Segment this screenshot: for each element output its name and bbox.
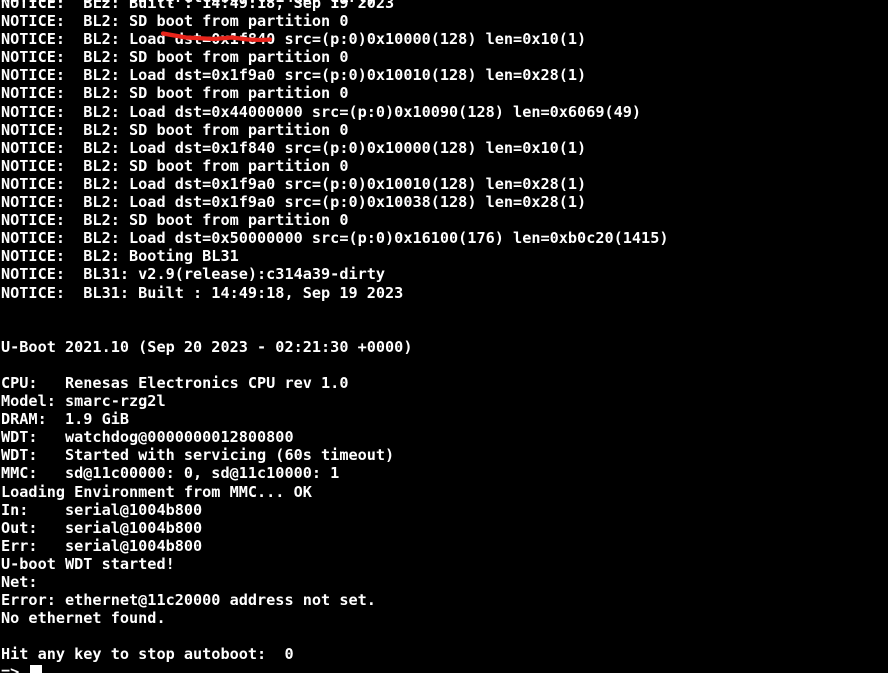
- log-line: NOTICE: BL31: Built : 14:49:18, Sep 19 2…: [1, 283, 404, 302]
- uboot-version-line: U-Boot 2021.10 (Sep 20 2023 - 02:21:30 +…: [1, 337, 413, 356]
- stderr-line: Err: serial@1004b800: [1, 536, 203, 555]
- log-line: NOTICE: BL2: SD boot from partition 0: [1, 48, 349, 67]
- uboot-wdt-line: U-boot WDT started!: [1, 554, 175, 573]
- log-line: NOTICE: BL2: SD boot from partition 0: [1, 211, 349, 230]
- model-info-line: Model: smarc-rzg2l: [1, 392, 166, 411]
- log-line: NOTICE: BL2: Load dst=0x1f9a0 src=(p:0)0…: [1, 193, 587, 212]
- net-label-line: Net:: [1, 573, 38, 591]
- log-line: NOTICE: BL2: SD boot from partition 0: [1, 84, 349, 103]
- log-line: NOTICE: BL2: Built : 14:49:18, Sep 19 20…: [1, 0, 395, 12]
- serial-console-terminal[interactable]: NOTICE: BL2: v2.9(release):c314a39-dirty…: [0, 0, 888, 673]
- log-line: NOTICE: BL2: Load dst=0x1f9a0 src=(p:0)0…: [1, 174, 587, 193]
- log-line: NOTICE: BL2: Booting BL31: [1, 247, 239, 266]
- log-line: NOTICE: BL2: Load dst=0x44000000 src=(p:…: [1, 102, 642, 121]
- log-line: NOTICE: BL2: Load dst=0x1f840 src=(p:0)0…: [1, 30, 587, 49]
- autoboot-prompt-line: Hit any key to stop autoboot: 0: [1, 645, 294, 664]
- stdin-line: In: serial@1004b800: [1, 500, 203, 519]
- ethernet-error-line: Error: ethernet@11c20000 address not set…: [1, 591, 376, 610]
- log-line: NOTICE: BL31: v2.9(release):c314a39-dirt…: [1, 265, 386, 284]
- wdt-info-line: WDT: watchdog@0000000012800800: [1, 428, 294, 447]
- console-output: NOTICE: BL2: Built : 14:49:18, Sep 19 20…: [0, 0, 888, 673]
- wdt-status-line: WDT: Started with servicing (60s timeout…: [1, 446, 395, 465]
- text-cursor: [30, 665, 42, 673]
- mmc-info-line: MMC: sd@11c00000: 0, sd@11c10000: 1: [1, 464, 340, 483]
- log-line: NOTICE: BL2: SD boot from partition 0: [1, 12, 349, 31]
- log-line: NOTICE: BL2: Load dst=0x1f9a0 src=(p:0)0…: [1, 66, 587, 85]
- log-line: NOTICE: BL2: Load dst=0x1f840 src=(p:0)0…: [1, 138, 587, 157]
- stdout-line: Out: serial@1004b800: [1, 518, 203, 537]
- cpu-info-line: CPU: Renesas Electronics CPU rev 1.0: [1, 373, 349, 392]
- dram-info-line: DRAM: 1.9 GiB: [1, 410, 130, 429]
- env-load-line: Loading Environment from MMC... OK: [1, 482, 312, 501]
- log-line: NOTICE: BL2: SD boot from partition 0: [1, 120, 349, 139]
- prompt-text: =>: [1, 663, 29, 673]
- log-line: NOTICE: BL2: SD boot from partition 0: [1, 156, 349, 175]
- log-line: NOTICE: BL2: Load dst=0x50000000 src=(p:…: [1, 229, 669, 248]
- no-ethernet-line: No ethernet found.: [1, 609, 166, 628]
- uboot-shell-prompt[interactable]: =>: [0, 663, 888, 673]
